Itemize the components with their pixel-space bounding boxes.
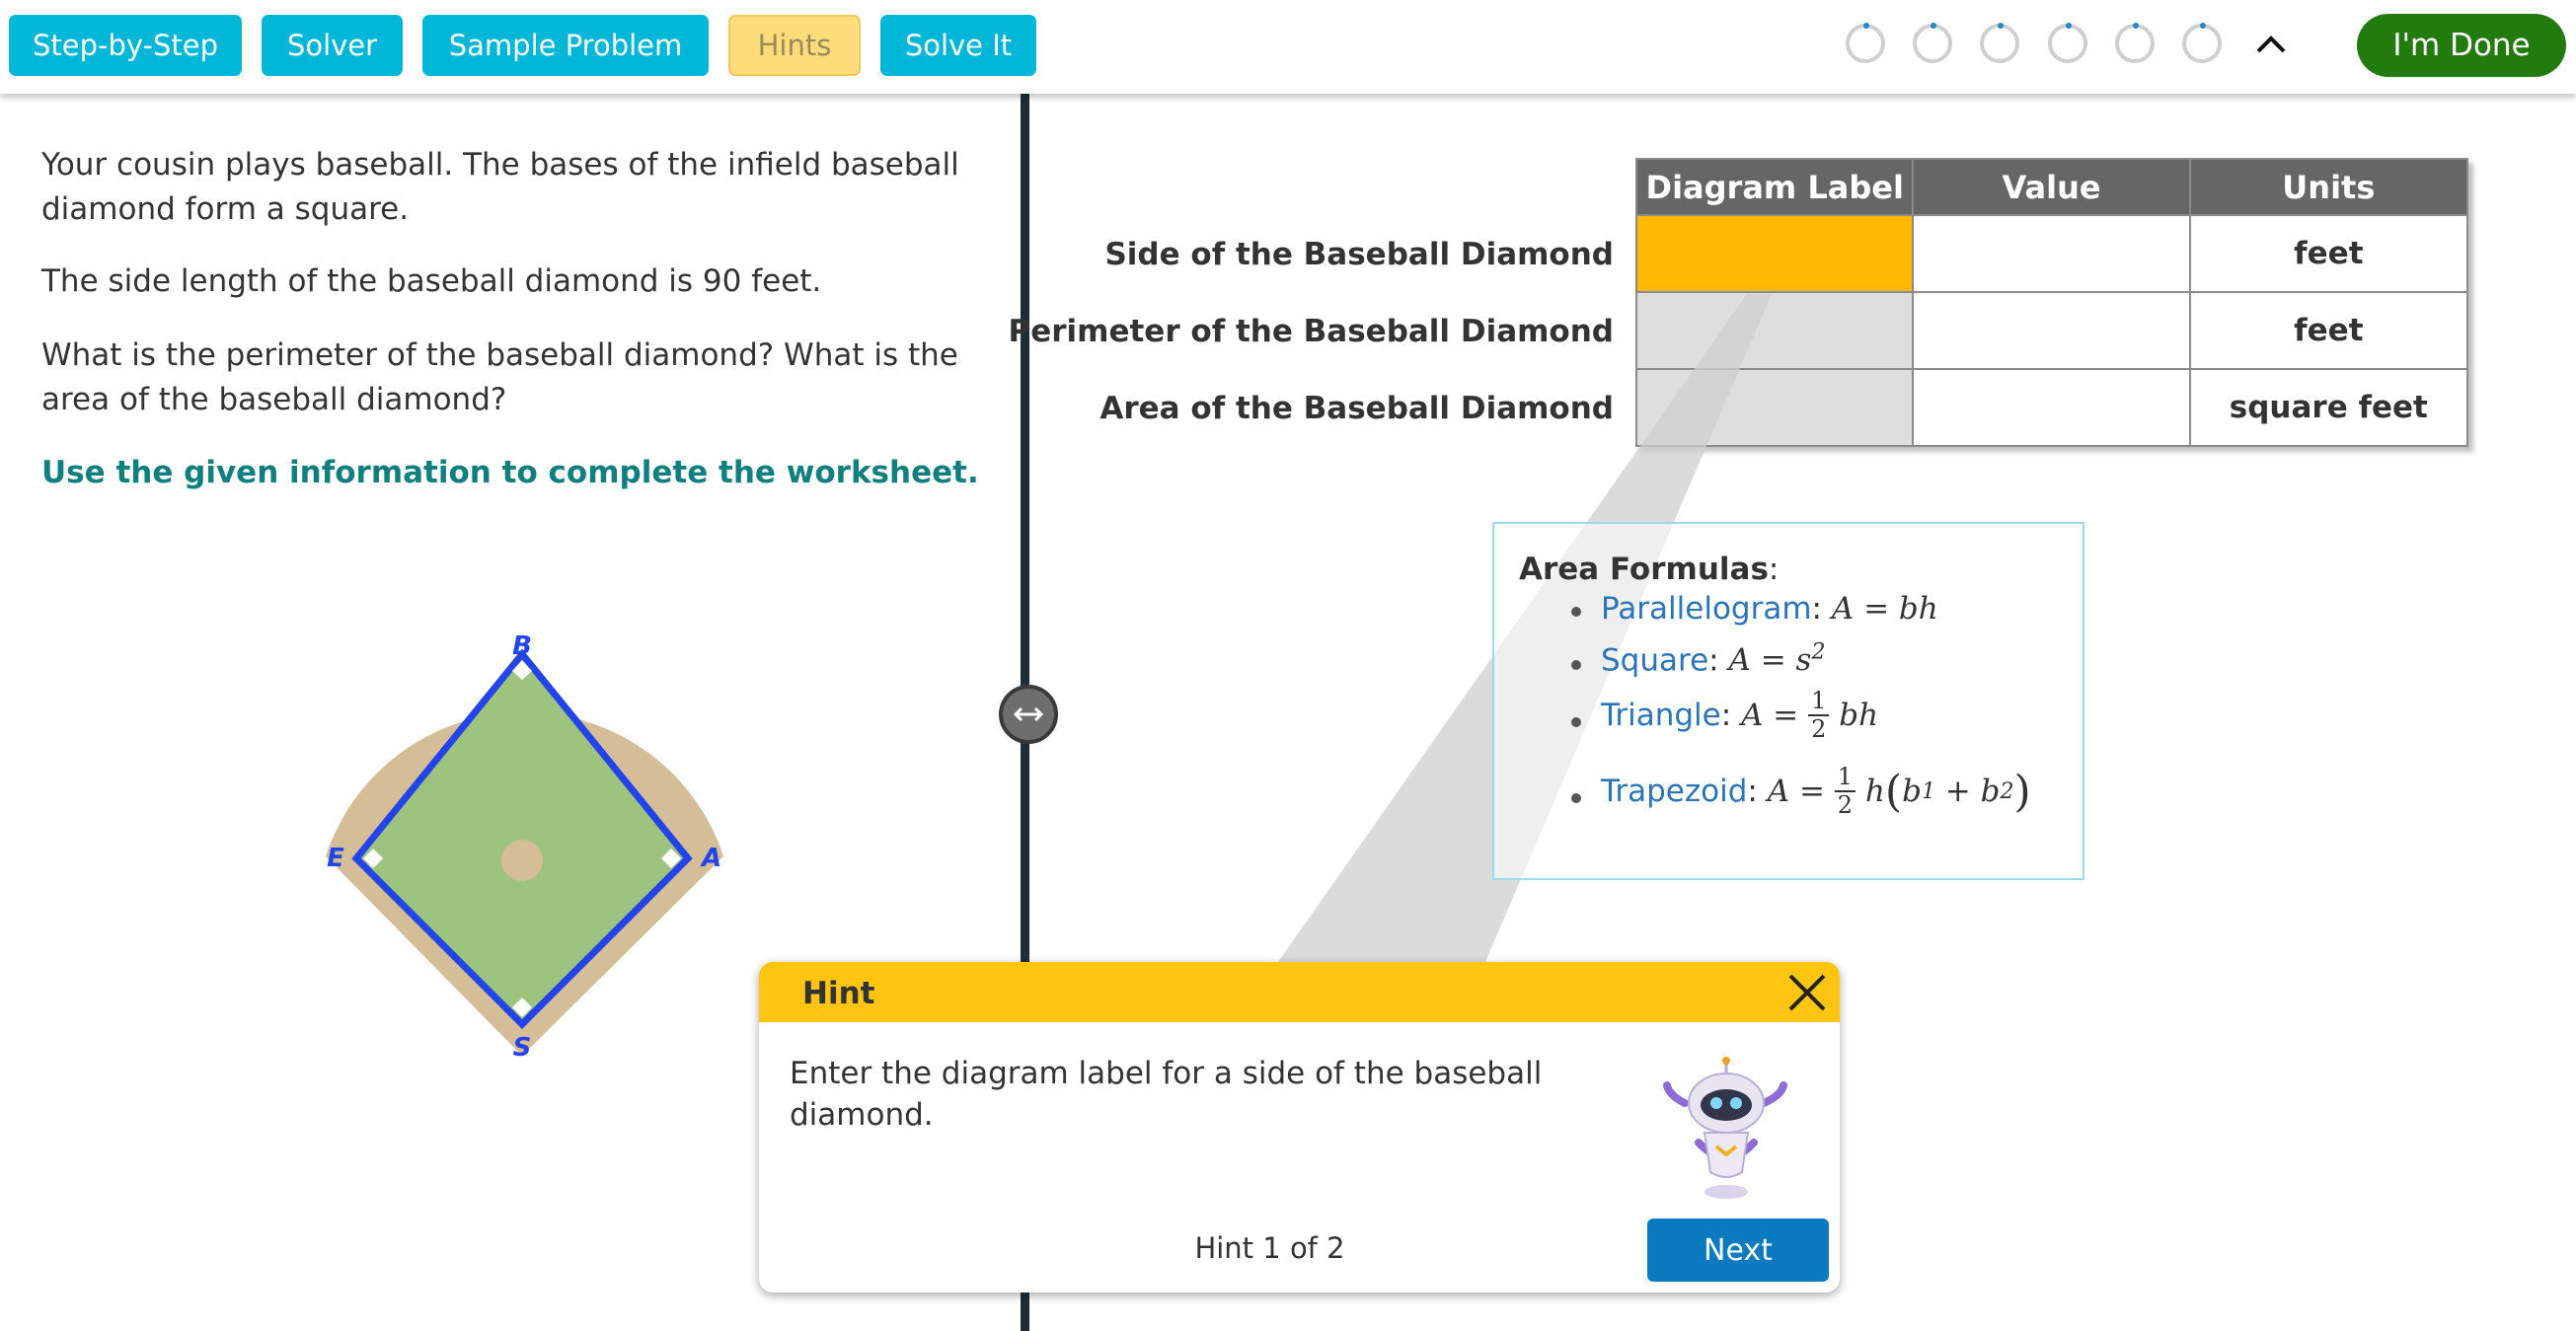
perimeter-value-input[interactable]	[1912, 291, 2191, 370]
im-done-button[interactable]: I'm Done	[2357, 14, 2566, 77]
side-units: feet	[2188, 214, 2469, 293]
bullet-icon	[1571, 717, 1581, 727]
instruction-text: Use the given information to complete th…	[41, 455, 979, 490]
area-value-input[interactable]	[1912, 368, 2191, 447]
label-b: B	[512, 631, 532, 661]
progress-step-1	[1846, 23, 1885, 63]
formulas-title: Area Formulas:	[1519, 552, 1780, 587]
perimeter-units: feet	[2188, 291, 2469, 370]
bullet-icon	[1571, 793, 1581, 803]
area-units: square feet	[2188, 368, 2469, 447]
formula-name: Triangle	[1601, 698, 1721, 733]
progress-step-4	[2048, 23, 2087, 63]
bullet-icon	[1571, 607, 1581, 617]
header-value: Value	[1912, 158, 2191, 216]
area-formulas-box: Area Formulas: Parallelogram: A = bh Squ…	[1492, 522, 2084, 880]
worksheet-table: Diagram Label Value Units feet feet squa…	[1634, 158, 2469, 447]
formula-expression: A = s2	[1728, 640, 1826, 679]
formula-square: Square: A = s2	[1601, 640, 1826, 679]
label-e: E	[327, 844, 344, 873]
pitchers-mound	[501, 840, 543, 881]
infield-grass-square	[351, 648, 693, 1029]
baseball-diamond-diagram: B A S E	[326, 631, 723, 1063]
problem-given: The side length of the baseball diamond …	[41, 263, 822, 299]
formula-name: Square	[1601, 642, 1709, 679]
hint-dialog: Hint Enter the diagram label for a side …	[759, 962, 1840, 1293]
label-s: S	[513, 1033, 532, 1063]
side-label-input[interactable]	[1634, 214, 1915, 293]
table-row: square feet	[1634, 368, 2469, 447]
hint-title: Hint	[802, 976, 875, 1011]
hint-header: Hint	[759, 962, 1840, 1022]
formula-expression: A = 12 h(b 1 + b 2)	[1767, 763, 2031, 819]
close-icon[interactable]	[1784, 970, 1830, 1015]
robot-mascot-icon	[1663, 1057, 1787, 1199]
formula-parallelogram: Parallelogram: A = bh	[1601, 591, 1938, 627]
solve-it-button[interactable]: Solve It	[880, 15, 1036, 76]
progress-step-5	[2115, 23, 2155, 63]
chevron-up-icon[interactable]	[2253, 27, 2289, 62]
area-label-input[interactable]	[1634, 368, 1915, 447]
problem-question: What is the perimeter of the baseball di…	[41, 337, 958, 417]
solver-button[interactable]: Solver	[262, 15, 403, 76]
formula-trapezoid: Trapezoid: A = 12 h(b 1 + b 2)	[1601, 763, 2031, 819]
table-row: feet	[1634, 214, 2469, 293]
hint-text: Enter the diagram label for a side of th…	[790, 1056, 1543, 1133]
resize-handle[interactable]	[999, 685, 1058, 744]
bullet-icon	[1571, 660, 1581, 670]
table-row: feet	[1634, 291, 2469, 370]
progress-step-6	[2182, 23, 2222, 63]
problem-intro: Your cousin plays baseball. The bases of…	[41, 147, 959, 227]
formula-expression: A = bh	[1831, 591, 1938, 627]
hints-button[interactable]: Hints	[728, 15, 861, 76]
header-diagram-label: Diagram Label	[1634, 158, 1915, 216]
next-hint-button[interactable]: Next	[1647, 1219, 1829, 1282]
step-by-step-button[interactable]: Step-by-Step	[9, 15, 242, 76]
formula-expression: A = 12 bh	[1741, 687, 1879, 743]
row-label-side: Side of the Baseball Diamond	[1104, 237, 1614, 272]
top-toolbar: Step-by-Step Solver Sample Problem Hints…	[0, 0, 2576, 94]
progress-step-3	[1980, 23, 2019, 63]
perimeter-label-input[interactable]	[1634, 291, 1915, 370]
formula-triangle: Triangle: A = 12 bh	[1601, 687, 1879, 743]
row-label-perimeter: Perimeter of the Baseball Diamond	[1008, 314, 1614, 349]
formula-name: Trapezoid	[1601, 774, 1748, 809]
header-units: Units	[2188, 158, 2469, 216]
sample-problem-button[interactable]: Sample Problem	[422, 15, 709, 76]
progress-step-2	[1913, 23, 1952, 63]
label-a: A	[700, 844, 721, 873]
row-label-area: Area of the Baseball Diamond	[1099, 391, 1614, 426]
formula-name: Parallelogram	[1601, 591, 1812, 627]
horizontal-arrows-icon	[1013, 706, 1044, 722]
side-value-input[interactable]	[1912, 214, 2191, 293]
